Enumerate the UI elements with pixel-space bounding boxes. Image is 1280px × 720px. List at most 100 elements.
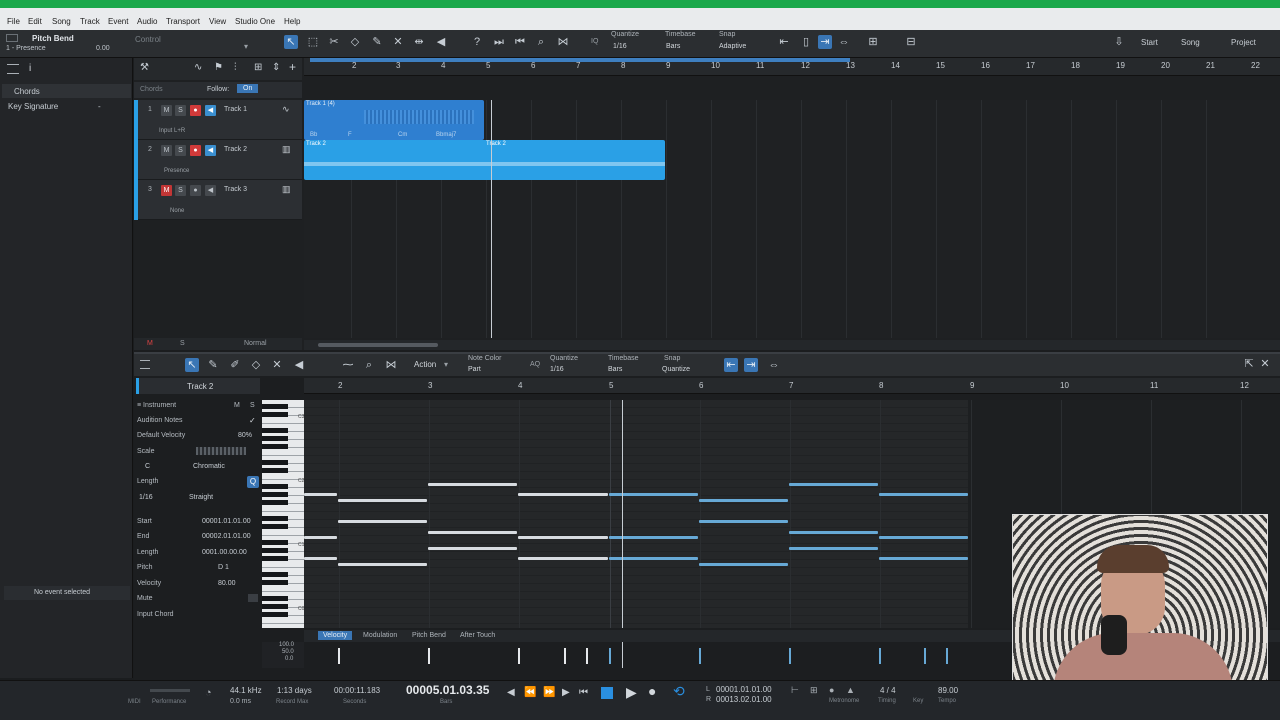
- track-name[interactable]: Track 1: [224, 106, 247, 113]
- black-key[interactable]: [262, 500, 288, 505]
- scissors-icon[interactable]: ⋈: [556, 35, 570, 49]
- split-tool-icon[interactable]: ✂: [327, 35, 341, 49]
- help-icon[interactable]: ?: [470, 35, 484, 49]
- solo-button[interactable]: S: [175, 145, 186, 156]
- lock-icon[interactable]: [6, 34, 18, 42]
- monitor-button[interactable]: ◀: [205, 145, 216, 156]
- snap-grid-icon[interactable]: ⇤: [724, 358, 738, 372]
- note[interactable]: [338, 499, 427, 502]
- black-key[interactable]: [262, 580, 288, 585]
- line-tool-icon[interactable]: ⁓: [341, 358, 355, 372]
- note[interactable]: [428, 531, 517, 534]
- velocity-bar[interactable]: [586, 648, 588, 664]
- note[interactable]: [699, 499, 788, 502]
- track-instrument[interactable]: None: [170, 208, 184, 214]
- zoom-icon[interactable]: ⌕: [534, 35, 548, 49]
- quantize-value[interactable]: 1/16: [613, 43, 627, 50]
- black-key[interactable]: [262, 596, 288, 601]
- paint-tool-icon[interactable]: ✐: [228, 358, 242, 372]
- bend-tool-icon[interactable]: ⇹: [412, 35, 426, 49]
- fast-forward-icon[interactable]: ⏩: [543, 687, 555, 698]
- seconds-value[interactable]: 00:00:11.183: [334, 686, 380, 695]
- mixer-icon[interactable]: ⊞: [254, 62, 262, 73]
- note-length-value[interactable]: 0001.00.00.00: [202, 549, 247, 556]
- next-marker-icon[interactable]: ▶: [562, 687, 570, 698]
- black-key[interactable]: [262, 524, 288, 529]
- skip-back-icon[interactable]: ⏮: [513, 35, 527, 49]
- note[interactable]: [518, 493, 608, 496]
- quantize-value[interactable]: 1/16: [550, 366, 564, 373]
- note[interactable]: [879, 536, 968, 539]
- tempo-value[interactable]: 89.00: [938, 686, 958, 695]
- black-key[interactable]: [262, 444, 288, 449]
- record-arm-button[interactable]: ●: [190, 185, 201, 196]
- tab-modulation[interactable]: Modulation: [363, 632, 397, 639]
- black-key[interactable]: [262, 604, 288, 609]
- expand-icon[interactable]: ⇕: [272, 62, 280, 73]
- detach-icon[interactable]: ⇱: [1242, 357, 1256, 371]
- bars-value[interactable]: 00005.01.03.35: [406, 683, 489, 697]
- track-header-1[interactable]: 1 M S ● ◀ Track 1 ∿ Input L+R: [134, 100, 302, 140]
- metronome-icon[interactable]: ●: [829, 685, 834, 695]
- note[interactable]: [338, 520, 427, 523]
- note[interactable]: [428, 547, 517, 550]
- autoscroll-icon[interactable]: ⇥: [818, 35, 832, 49]
- end-value[interactable]: 00002.01.01.00: [202, 533, 251, 540]
- global-mute[interactable]: M: [147, 340, 153, 347]
- note[interactable]: [518, 557, 608, 560]
- black-key[interactable]: [262, 436, 288, 441]
- snap-grid-icon[interactable]: ⇤: [777, 35, 791, 49]
- upload-icon[interactable]: ⇩: [1112, 35, 1126, 49]
- note[interactable]: [304, 557, 337, 560]
- menu-song[interactable]: Song: [52, 17, 71, 26]
- velocity-bar[interactable]: [699, 648, 701, 664]
- range-tool-icon[interactable]: ⬚: [306, 35, 320, 49]
- chords-track-row[interactable]: Chords: [2, 84, 131, 98]
- black-key[interactable]: [262, 612, 288, 617]
- flag-icon[interactable]: ⚑: [214, 62, 223, 73]
- menu-help[interactable]: Help: [284, 17, 300, 26]
- performance-icon[interactable]: ◔: [205, 687, 212, 699]
- add-track-icon[interactable]: +: [289, 60, 296, 74]
- quantize-length-icon[interactable]: Q: [247, 476, 259, 488]
- black-key[interactable]: [262, 556, 288, 561]
- action-menu[interactable]: Action: [414, 360, 436, 369]
- previous-marker-icon[interactable]: ⏮: [579, 687, 588, 698]
- timebase-value[interactable]: Bars: [666, 43, 680, 50]
- loop-icon[interactable]: ⟲: [673, 683, 685, 700]
- track-header-2[interactable]: 2 M S ● ◀ Track 2 ▥ Presence: [134, 140, 302, 180]
- loop-start[interactable]: 00001.01.01.00: [716, 685, 772, 694]
- track-name[interactable]: Track 3: [224, 186, 247, 193]
- editor-menu-icon[interactable]: [140, 360, 150, 369]
- automation-icon[interactable]: ∿: [194, 62, 202, 73]
- editor-ruler[interactable]: 2 3 4 5 6 7 8 9 10 11 12: [304, 378, 1280, 394]
- track-lanes[interactable]: Track 1 (4) Bb F Cm Bbmaj7 Track 2 Track…: [304, 100, 1280, 338]
- control-value[interactable]: 0.00: [96, 45, 110, 52]
- scale-root-select[interactable]: C: [145, 463, 150, 470]
- note[interactable]: [879, 557, 968, 560]
- play-icon[interactable]: ▶: [626, 684, 637, 701]
- velocity-bar[interactable]: [564, 648, 566, 664]
- eraser-tool-icon[interactable]: ◇: [249, 358, 263, 372]
- menu-transport[interactable]: Transport: [166, 17, 200, 26]
- black-key[interactable]: [262, 468, 288, 473]
- track-input[interactable]: Input L+R: [159, 128, 185, 134]
- default-velocity-value[interactable]: 80%: [238, 432, 252, 439]
- arrow-tool-icon[interactable]: ↖: [185, 358, 199, 372]
- snap-event-icon[interactable]: ▯: [799, 35, 813, 49]
- black-key[interactable]: [262, 484, 288, 489]
- black-key[interactable]: [262, 460, 288, 465]
- monitor-button[interactable]: ◀: [205, 105, 216, 116]
- tab-after-touch[interactable]: After Touch: [460, 632, 495, 639]
- zoom-icon[interactable]: ⌕: [362, 358, 376, 372]
- mute-tool-icon[interactable]: ✕: [391, 35, 405, 49]
- eraser-tool-icon[interactable]: ◇: [348, 35, 362, 49]
- track-header-3[interactable]: 3 M S ● ◀ Track 3 ▥ None: [134, 180, 302, 220]
- autoscroll-icon[interactable]: ⇥: [744, 358, 758, 372]
- arrange-ruler[interactable]: 2 3 4 5 6 7 8 9 10 11 12 13 14 15 16 17 …: [304, 58, 1280, 76]
- note[interactable]: [518, 536, 608, 539]
- tab-pitch-bend[interactable]: Pitch Bend: [412, 632, 446, 639]
- black-key[interactable]: [262, 572, 288, 577]
- velocity-bar[interactable]: [789, 648, 791, 664]
- project-button[interactable]: Project: [1231, 38, 1256, 47]
